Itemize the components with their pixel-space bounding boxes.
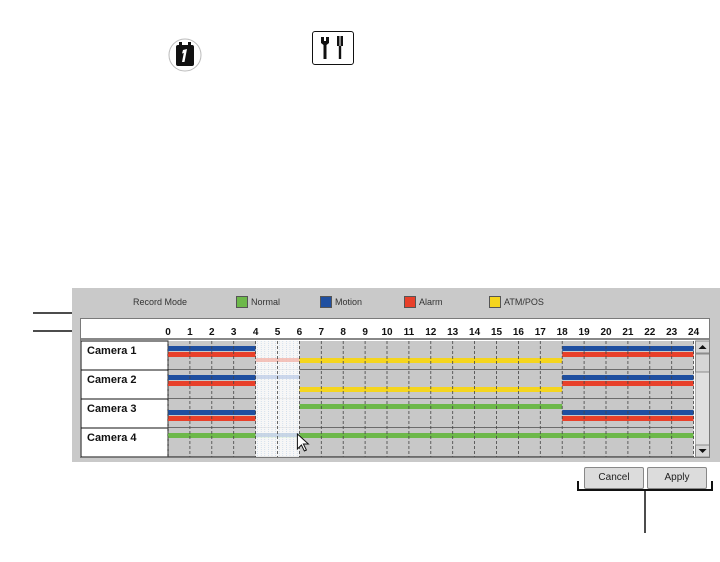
legend-normal: Normal	[236, 296, 280, 308]
hour-label: 10	[381, 327, 393, 338]
hour-label: 1	[187, 327, 193, 338]
schedule-canvas[interactable]: 0 1 2 3 4 5 6 7 8 9 10 11 12 13 14 15 16 17 18 19 20 21 22 23 24…	[80, 319, 710, 458]
hour-label: 18	[557, 327, 569, 338]
hour-label: 15	[491, 327, 503, 338]
hour-label: 14	[469, 327, 481, 338]
legend-normal-label: Normal	[251, 297, 281, 307]
hour-label: 4	[253, 327, 259, 338]
camera-label: Camera 2	[87, 374, 137, 386]
legend-motion-label: Motion	[335, 297, 363, 307]
hour-label: 24	[688, 327, 700, 338]
hour-label: 0	[165, 327, 171, 338]
normal-swatch	[236, 296, 248, 308]
apply-button[interactable]: Apply	[647, 467, 707, 489]
hour-label: 5	[275, 327, 281, 338]
hour-label: 22	[644, 327, 656, 338]
alarm-swatch	[404, 296, 416, 308]
hour-label: 23	[666, 327, 678, 338]
hour-label: 21	[622, 327, 634, 338]
hour-label: 20	[600, 327, 612, 338]
hour-label: 9	[362, 327, 368, 338]
atmpos-swatch	[489, 296, 501, 308]
hour-label: 7	[319, 327, 325, 338]
hour-label: 16	[513, 327, 525, 338]
cancel-button[interactable]: Cancel	[584, 467, 644, 489]
hour-label: 11	[404, 327, 415, 338]
hour-label: 13	[447, 327, 459, 338]
hour-label: 17	[535, 327, 547, 338]
hour-label: 2	[209, 327, 215, 338]
hour-label: 6	[297, 327, 303, 338]
hour-label: 19	[579, 327, 591, 338]
camera-label: Camera 4	[87, 432, 137, 444]
legend-motion: Motion	[320, 296, 362, 308]
hour-label: 3	[231, 327, 237, 338]
legend-atmpos: ATM/POS	[489, 296, 544, 308]
hour-label: 12	[425, 327, 437, 338]
schedule-panel: Record Mode Normal Motion Alarm ATM/POS …	[72, 288, 720, 462]
schedule-grid[interactable]: 0 1 2 3 4 5 6 7 8 9 10 11 12 13 14 15 16 17 18 19 20 21 22 23 24…	[80, 318, 710, 458]
record-mode-label: Record Mode	[133, 297, 188, 307]
camera-label: Camera 1	[87, 345, 137, 357]
legend-alarm-label: Alarm	[419, 297, 443, 307]
motion-swatch	[320, 296, 332, 308]
hour-label: 8	[340, 327, 346, 338]
camera-label: Camera 3	[87, 403, 137, 415]
scrollbar-thumb	[695, 353, 710, 373]
legend-atmpos-label: ATM/POS	[504, 297, 544, 307]
legend-alarm: Alarm	[404, 296, 443, 308]
